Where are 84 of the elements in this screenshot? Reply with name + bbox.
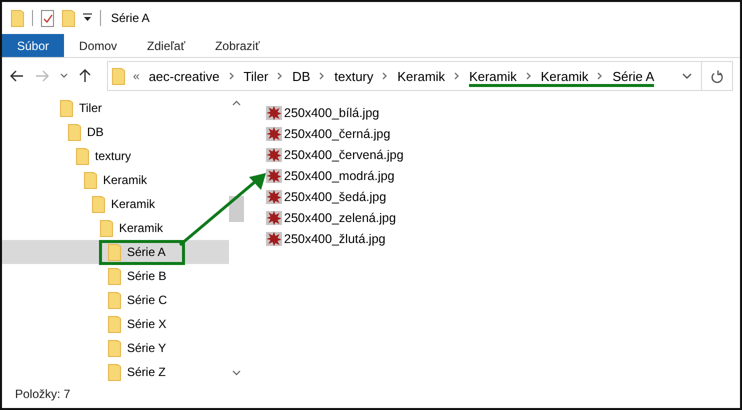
folder-icon bbox=[108, 244, 121, 260]
tree-item[interactable]: Keramik bbox=[2, 168, 229, 192]
tree-item[interactable]: Série B bbox=[2, 264, 229, 288]
folder-icon bbox=[108, 340, 121, 356]
tree-item[interactable]: Série A bbox=[2, 240, 229, 264]
scroll-up-icon[interactable] bbox=[232, 100, 241, 106]
folder-icon bbox=[11, 10, 24, 26]
properties-icon[interactable] bbox=[41, 10, 54, 26]
breadcrumb[interactable]: Série A bbox=[612, 68, 654, 84]
folder-icon bbox=[100, 220, 113, 236]
customize-dropdown-icon[interactable] bbox=[83, 13, 92, 23]
scrollbar-thumb[interactable] bbox=[229, 196, 244, 222]
breadcrumb[interactable]: Keramik bbox=[469, 68, 517, 84]
tree-item[interactable]: Keramik bbox=[2, 192, 229, 216]
tree-label: DB bbox=[87, 125, 104, 139]
chevron-icon bbox=[277, 72, 284, 80]
back-icon[interactable] bbox=[10, 70, 24, 82]
tree-label: Série Y bbox=[127, 341, 166, 355]
file-name[interactable]: 250x400_modrá.jpg bbox=[284, 168, 394, 182]
folder-icon bbox=[68, 124, 81, 140]
breadcrumb[interactable]: Tiler bbox=[244, 68, 268, 84]
chevron-icon bbox=[526, 72, 532, 80]
ribbon-tab[interactable]: Zdieľať bbox=[132, 34, 200, 57]
ribbon-tab[interactable]: Domov bbox=[64, 34, 132, 57]
ribbon-tab[interactable]: Súbor bbox=[2, 34, 64, 57]
file-name[interactable]: 250x400_žlutá.jpg bbox=[284, 232, 386, 246]
folder-icon bbox=[76, 148, 89, 164]
dropdown-icon[interactable] bbox=[682, 72, 692, 80]
tree-label: Keramik bbox=[111, 197, 156, 211]
chevron-icon bbox=[382, 72, 388, 80]
tree-label: Série X bbox=[127, 317, 166, 331]
tree-item[interactable]: Série Z bbox=[2, 360, 229, 384]
image-file-icon bbox=[266, 230, 282, 246]
image-file-icon bbox=[266, 104, 282, 120]
overflow-button[interactable]: « bbox=[133, 69, 140, 83]
breadcrumb[interactable]: textury bbox=[334, 68, 374, 84]
image-file-icon bbox=[266, 210, 282, 226]
breadcrumb[interactable]: aec-creative bbox=[148, 68, 220, 84]
tree-label: textury bbox=[95, 149, 132, 163]
file-name[interactable]: 250x400_šedá.jpg bbox=[284, 190, 386, 204]
image-file-icon bbox=[266, 126, 282, 142]
breadcrumb[interactable]: DB bbox=[292, 68, 310, 84]
folder-icon bbox=[108, 364, 121, 380]
tree-item[interactable]: DB bbox=[2, 120, 229, 144]
tree-item[interactable]: Tiler bbox=[2, 96, 229, 120]
tree-label: Keramik bbox=[119, 221, 164, 235]
tree-label: Tiler bbox=[79, 101, 102, 115]
refresh-icon[interactable] bbox=[711, 70, 723, 82]
ribbon-tab[interactable]: Zobraziť bbox=[200, 34, 275, 57]
chevron-icon bbox=[319, 72, 326, 80]
file-name[interactable]: 250x400_bílá.jpg bbox=[284, 106, 380, 120]
item-count: Položky: 7 bbox=[15, 387, 70, 401]
tree-item[interactable]: textury bbox=[2, 144, 229, 168]
tree-label: Keramik bbox=[103, 173, 148, 187]
tree-item[interactable]: Série C bbox=[2, 288, 229, 312]
chevron-icon bbox=[597, 72, 604, 80]
image-file-icon bbox=[266, 188, 282, 204]
file-name[interactable]: 250x400_zelená.jpg bbox=[284, 210, 396, 224]
tree-label: Série C bbox=[127, 293, 168, 307]
recent-locations-icon[interactable] bbox=[60, 73, 68, 79]
file-name[interactable]: 250x400_černá.jpg bbox=[284, 126, 390, 140]
image-file-icon bbox=[266, 146, 282, 162]
image-file-icon bbox=[266, 168, 282, 184]
tree-item[interactable]: Série X bbox=[2, 312, 229, 336]
window-title: Série A bbox=[111, 11, 150, 25]
tree-label: Série B bbox=[127, 269, 166, 283]
folder-icon bbox=[92, 196, 105, 212]
tree-item[interactable]: Keramik bbox=[2, 216, 229, 240]
tree-label: Série A bbox=[127, 245, 166, 259]
scroll-down-icon[interactable] bbox=[232, 370, 241, 376]
folder-icon bbox=[112, 68, 125, 84]
file-name[interactable]: 250x400_červená.jpg bbox=[284, 148, 404, 162]
tree-label: Série Z bbox=[127, 365, 166, 379]
up-icon[interactable] bbox=[79, 69, 91, 83]
breadcrumb[interactable]: Keramik bbox=[397, 68, 446, 84]
breadcrumb[interactable]: Keramik bbox=[540, 68, 588, 84]
chevron-icon bbox=[454, 72, 460, 80]
folder-icon bbox=[108, 316, 121, 332]
folder-icon bbox=[108, 292, 121, 308]
folder-icon bbox=[60, 100, 73, 116]
folder-icon bbox=[84, 172, 97, 188]
tree-item[interactable]: Série Y bbox=[2, 336, 229, 360]
folder-icon bbox=[108, 268, 121, 284]
chevron-icon bbox=[228, 72, 234, 80]
